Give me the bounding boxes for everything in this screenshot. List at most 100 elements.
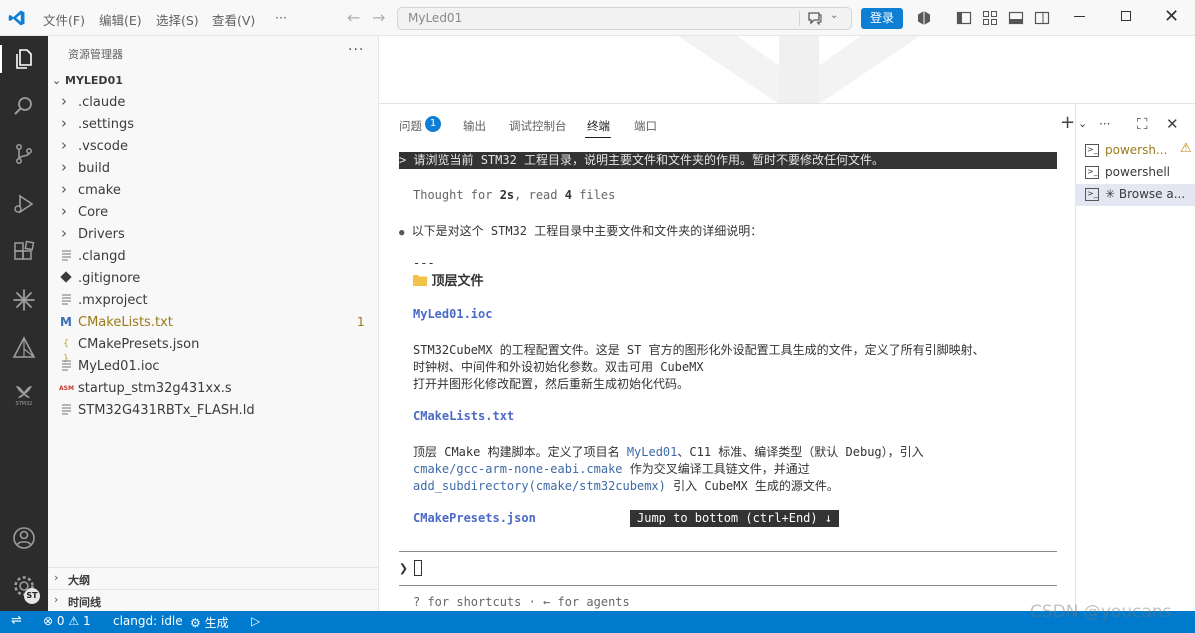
warning-icon: ⚠ [1180,141,1192,156]
hr-text: --- [413,256,435,270]
tab-output[interactable]: 输出 [463,118,486,134]
menu-selection[interactable]: 选择(S) [156,10,199,29]
csdn-watermark: CSDN @youcans [1030,602,1172,622]
tab-terminal[interactable]: 终端 [587,118,610,134]
file-lines-icon [59,403,73,418]
chat-icon[interactable] [806,9,824,27]
tree-item-vscode[interactable]: › .vscode [48,136,379,158]
menu-edit[interactable]: 编辑(E) [99,10,142,29]
build-status[interactable]: ⚙ 生成 [190,614,229,631]
text-cursor[interactable] [414,560,422,576]
login-button[interactable]: 登录 [861,8,903,29]
tree-item-build[interactable]: › build [48,158,379,180]
back-arrow-icon[interactable]: ← [347,8,360,27]
file2-desc-2a: cmake/gcc-arm-none-eabi.cmake [413,462,623,476]
cmake-tools-icon[interactable] [12,336,36,360]
file2-desc-1: 顶层 CMake 构建脚本。定义了项目名 MyLed01、C11 标准、编译类型… [413,443,924,460]
copilot-icon[interactable] [916,10,932,26]
menu-more[interactable]: ··· [275,10,287,25]
tree-item-gitignore[interactable]: .gitignore [48,268,379,290]
remote-indicator-icon[interactable]: ⇌ [11,613,22,628]
tree-item-cmakelists-txt[interactable]: M CMakeLists.txt 1 [48,312,379,334]
warning-icon: ⚠ [68,614,80,628]
tree-item-mxproject[interactable]: .mxproject [48,290,379,312]
file2-name: CMakeLists.txt [413,409,515,423]
tree-item-settings[interactable]: › .settings [48,114,379,136]
chevron-right-icon: › [61,92,67,110]
svg-text:STM32: STM32 [16,401,33,406]
workspace-root[interactable]: ⌄ MYLED01 [52,74,123,87]
tree-item-label: .clangd [78,249,126,264]
menu-view[interactable]: 查看(V) [212,10,255,29]
problems-status[interactable]: ⊗ 0 ⚠ 1 [43,614,91,628]
tab-ports[interactable]: 端口 [634,118,657,134]
terminal-tab-label: powersh... [1105,143,1168,157]
new-terminal-plus-icon[interactable]: + [1060,112,1075,133]
maximize-icon[interactable] [1121,11,1131,21]
menu-file[interactable]: 文件(F) [43,10,85,29]
tree-item-cmakepresets-json[interactable]: { } CMakePresets.json [48,334,379,364]
accounts-icon[interactable] [12,526,36,550]
claude-spark-icon[interactable] [12,288,36,312]
command-center-text: MyLed01 [408,11,463,25]
file2-desc-3: add_subdirectory(cmake/stm32cubemx) 引入 C… [413,477,839,494]
terminal-tab-claude[interactable]: >_ ✳ Browse a... [1076,184,1195,206]
close-window-icon[interactable]: ✕ [1164,6,1179,27]
tree-item-myled01-ioc[interactable]: MyLed01.ioc [48,356,379,378]
prompt-marker: > [399,153,407,167]
toggle-panel-icon[interactable] [1008,10,1024,26]
tree-item-label: Core [78,205,109,220]
chevron-right-icon: › [54,593,59,606]
input-marker: ❯ [399,559,409,577]
file1-desc-3: 打开并图形化修改配置，然后重新生成初始化代码。 [413,377,690,391]
tree-item-stm32g431rbtx-flash-ld[interactable]: STM32G431RBTx_FLASH.ld [48,400,379,422]
command-center[interactable]: MyLed01 ⌄ [397,7,852,30]
customize-layout-icon[interactable] [982,10,998,26]
terminal-icon: >_ [1085,166,1099,179]
terminal-tab-powershell-2[interactable]: >_ powershell [1076,162,1195,184]
outline-section[interactable]: › 大纲 [48,567,379,589]
stm32-icon[interactable]: STM32 [12,382,36,406]
terminal-tab-powershell-1[interactable]: >_ powersh... ⚠ [1076,140,1195,162]
intro-line: ● 以下是对这个 STM32 工程目录中主要文件和文件夹的详细说明： [399,222,762,239]
tab-problems[interactable]: 问题 [399,118,422,134]
problems-count-badge: 1 [425,116,441,132]
file2-desc-3a: add_subdirectory(cmake/stm32cubemx) [413,479,666,493]
tree-item-clangd[interactable]: .clangd [48,246,379,268]
user-prompt-text: 请浏览当前 STM32 工程目录，说明主要文件和文件夹的作用。暂时不要修改任何文… [413,153,885,167]
run-debug-icon[interactable] [12,192,36,216]
source-control-icon[interactable] [12,142,36,166]
thought-time: 2s [499,188,515,202]
input-bottom-divider [399,585,1057,586]
clangd-status[interactable]: clangd: idle [113,614,183,628]
tree-item-label: MyLed01.ioc [78,359,160,374]
more-actions-icon[interactable]: ··· [348,42,364,58]
status-bar: ⇌ ⊗ 0 ⚠ 1 clangd: idle ⚙ 生成 ▷ [0,611,1195,633]
jump-to-bottom-button[interactable]: Jump to bottom (ctrl+End) ↓ [630,510,840,527]
tree-item-cmake[interactable]: › cmake [48,180,379,202]
toggle-primary-sidebar-icon[interactable] [956,10,972,26]
active-tab-underline [585,137,611,138]
file2-desc-3b: 引入 CubeMX 生成的源文件。 [665,479,839,493]
bullet-icon: ● [399,228,405,238]
tree-item-label: STM32G431RBTx_FLASH.ld [78,403,255,418]
terminal-output[interactable]: > 请浏览当前 STM32 工程目录，说明主要文件和文件夹的作用。暂时不要修改任… [399,144,1057,612]
search-icon[interactable] [12,94,36,118]
timeline-section[interactable]: › 时间线 [48,589,379,611]
chevron-down-icon[interactable]: ⌄ [830,10,838,21]
tree-item-label: .settings [78,117,134,132]
run-play-icon[interactable]: ▷ [251,614,260,628]
toggle-secondary-sidebar-icon[interactable] [1034,10,1050,26]
tree-item-claude[interactable]: › .claude [48,92,379,114]
tree-item-drivers[interactable]: › Drivers [48,224,379,246]
forward-arrow-icon[interactable]: → [372,8,385,27]
tab-debug-console[interactable]: 调试控制台 [509,118,567,134]
tree-item-startup-stm32g431xx-s[interactable]: ASM startup_stm32g431xx.s [48,378,379,400]
minimize-icon[interactable] [1074,16,1085,17]
extensions-icon[interactable] [12,240,36,264]
chevron-right-icon: › [61,114,67,132]
chevron-right-icon: › [61,202,67,220]
explorer-files-icon[interactable] [12,47,36,71]
tree-item-core[interactable]: › Core [48,202,379,224]
vscode-watermark-icon [677,36,921,103]
